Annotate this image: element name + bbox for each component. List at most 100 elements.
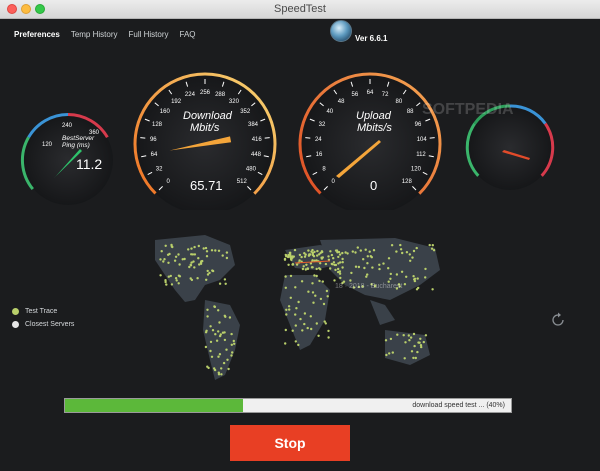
server-dot: [159, 258, 162, 261]
server-dot: [387, 257, 391, 260]
legend-closest-servers: Closest Servers: [12, 321, 74, 328]
server-dot: [287, 263, 290, 266]
server-dot: [389, 272, 392, 276]
server-dot: [354, 251, 357, 254]
server-dot: [291, 263, 295, 266]
server-dot: [288, 251, 292, 255]
server-dot: [291, 329, 294, 332]
download-tick-64: 64: [151, 152, 158, 158]
server-dot: [332, 261, 336, 264]
server-dot: [217, 309, 220, 312]
title-bar: SpeedTest: [0, 0, 600, 19]
upload-tick-56: 56: [352, 92, 359, 98]
server-dot: [309, 315, 312, 318]
server-dot: [339, 276, 342, 280]
server-dot: [312, 301, 315, 304]
server-dot: [305, 263, 308, 266]
server-dot: [428, 243, 431, 247]
server-dot: [382, 262, 385, 265]
stop-button[interactable]: Stop: [230, 425, 350, 461]
server-dot: [202, 247, 205, 250]
server-dot: [341, 251, 344, 255]
server-dot: [230, 354, 233, 357]
server-dot: [325, 289, 329, 293]
server-dot: [284, 328, 287, 332]
server-dot: [189, 263, 192, 266]
ping-tick-240: 240: [62, 123, 73, 129]
server-dot: [177, 282, 180, 285]
server-dot: [364, 248, 367, 251]
server-dot: [387, 267, 390, 270]
server-dot: [193, 245, 196, 249]
server-dot: [301, 267, 305, 271]
server-dot: [287, 305, 291, 308]
server-dot: [160, 250, 163, 253]
download-title-line1: Download: [183, 110, 233, 122]
upload-title-line2: Mbits/s: [357, 122, 392, 134]
server-dot: [313, 274, 316, 277]
server-dot: [319, 251, 322, 255]
server-dot: [306, 326, 309, 330]
server-dot: [222, 361, 226, 365]
ping-gauge: 0 120 240 360 BestServer Ping (ms) 11.2: [20, 113, 113, 205]
upload-tick-120: 120: [411, 167, 422, 173]
server-dot: [349, 279, 352, 282]
server-dot: [404, 341, 407, 344]
server-dot: [217, 249, 221, 252]
test-trace-dot-icon: [12, 308, 19, 315]
server-dot: [206, 315, 209, 318]
gauges-panel: 0 120 240 360 BestServer Ping (ms) 11.2 …: [20, 72, 555, 210]
progress-text: download speed test ... (40%): [412, 402, 505, 409]
refresh-icon[interactable]: [550, 312, 566, 328]
server-dot: [230, 332, 233, 336]
server-dot: [175, 279, 178, 282]
server-dot: [289, 296, 292, 299]
server-dot: [205, 255, 209, 258]
top-menu: Preferences Temp History Full History FA…: [14, 30, 196, 39]
server-dot: [283, 257, 287, 261]
upload-tick-96: 96: [415, 122, 422, 128]
menu-temp-history[interactable]: Temp History: [71, 30, 118, 39]
menu-full-history[interactable]: Full History: [129, 30, 169, 39]
server-dot: [408, 253, 411, 256]
server-dot: [209, 340, 213, 344]
server-dot: [321, 280, 324, 283]
download-tick-320: 320: [229, 99, 240, 105]
server-dot: [341, 257, 344, 261]
download-tick-288: 288: [215, 92, 226, 98]
server-dot: [300, 280, 304, 283]
menu-preferences[interactable]: Preferences: [14, 30, 60, 39]
server-dot: [318, 279, 321, 283]
ping-title-line1: BestServer: [62, 135, 95, 142]
server-dot: [204, 246, 208, 250]
server-dot: [218, 353, 222, 356]
upload-tick-24: 24: [315, 137, 322, 143]
server-dot: [210, 249, 214, 252]
download-tick-256: 256: [200, 90, 211, 96]
map-legend: Test Trace Closest Servers: [12, 308, 74, 334]
upload-tick-16: 16: [316, 152, 323, 158]
server-dot: [334, 263, 338, 267]
download-tick-224: 224: [185, 92, 196, 98]
closest-servers-dot-icon: [12, 321, 19, 328]
server-dot: [402, 334, 405, 337]
menu-faq[interactable]: FAQ: [180, 30, 196, 39]
server-dot: [223, 338, 227, 342]
server-dot: [314, 294, 317, 297]
server-dot: [213, 305, 217, 309]
server-dot: [359, 249, 362, 252]
server-dot: [337, 270, 340, 274]
server-dot: [415, 246, 418, 250]
server-dot: [424, 267, 427, 271]
server-dot: [211, 269, 214, 272]
server-dot: [294, 286, 297, 289]
server-dot: [224, 315, 227, 318]
server-dot: [319, 262, 322, 265]
download-tick-480: 480: [246, 167, 257, 173]
download-tick-352: 352: [240, 109, 251, 115]
server-dot: [217, 373, 221, 376]
server-dot: [316, 254, 319, 257]
server-dot: [217, 330, 220, 333]
server-dot: [431, 244, 434, 247]
server-dot: [285, 308, 288, 311]
